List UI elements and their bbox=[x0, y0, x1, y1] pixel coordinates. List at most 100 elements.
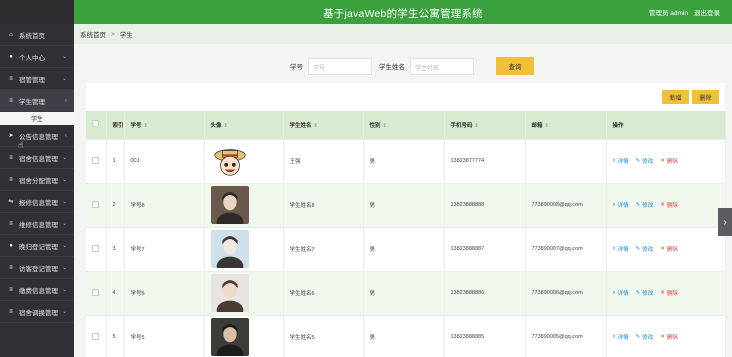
sidebar-item-6[interactable]: ≡ 宿舍分配管理 ⌄ bbox=[0, 169, 74, 191]
sort-icon[interactable]: ⇕ bbox=[144, 123, 148, 129]
checkbox-icon[interactable] bbox=[92, 288, 99, 296]
row-select[interactable] bbox=[86, 270, 107, 315]
chevron-icon: ⌄ bbox=[61, 243, 67, 249]
cell-name: 王强 bbox=[283, 138, 364, 183]
sidebar-item-4[interactable]: ➤ 公告信息管理 ‹ bbox=[0, 125, 74, 147]
table-row: 4 学号6 学生姓名6 男 13823888886 773890006@qq.com ⌕ 详情… bbox=[86, 270, 726, 315]
cell-gender: 男 bbox=[363, 270, 445, 315]
search-icon: ⌕ bbox=[612, 333, 616, 340]
header-email[interactable]: 邮箱 ⇕ bbox=[525, 111, 607, 139]
cell-index: 1 bbox=[106, 138, 125, 183]
mouse-cursor-icon: ☝ bbox=[18, 140, 24, 150]
header-name[interactable]: 学生姓名 ⇕ bbox=[283, 111, 364, 139]
chevron-icon: ⌄ bbox=[61, 199, 67, 205]
sidebar-item-2[interactable]: ≡ 宿管管理 ⌄ bbox=[0, 68, 74, 90]
row-select[interactable] bbox=[86, 138, 107, 183]
view-details-button[interactable]: ⌕ 详情 bbox=[612, 157, 629, 166]
delete-row-button[interactable]: ✕ 删除 bbox=[660, 245, 678, 253]
header-phone[interactable]: 手机号码 ⇕ bbox=[444, 111, 526, 139]
sidebar-item-11[interactable]: ≡ 缴费信息管理 ⌄ bbox=[0, 279, 74, 301]
row-select[interactable] bbox=[86, 314, 107, 357]
chevron-icon: ⌄ bbox=[61, 309, 67, 315]
edit-button[interactable]: ✎ 修改 bbox=[636, 289, 654, 297]
header-actions: 操作 bbox=[606, 111, 726, 139]
sort-icon[interactable]: ⇕ bbox=[314, 123, 318, 129]
cell-avatar bbox=[204, 182, 284, 227]
close-icon: ✕ bbox=[660, 290, 665, 296]
sidebar-item-3[interactable]: ≡ 学生管理 ‹ bbox=[0, 90, 74, 112]
list-icon: ≡ bbox=[9, 220, 13, 227]
current-user: 管理员 admin bbox=[648, 10, 688, 17]
avatar bbox=[210, 142, 283, 180]
query-button[interactable]: 查询 bbox=[496, 57, 534, 75]
header-student-id[interactable]: 学号 ⇕ bbox=[124, 111, 205, 139]
cell-actions: ⌕ 详情 ✎ 修改 ✕ 删除 bbox=[606, 270, 726, 315]
delete-row-button[interactable]: ✕ 删除 bbox=[660, 201, 678, 209]
chevron-icon: ⌄ bbox=[61, 265, 67, 271]
edit-button[interactable]: ✎ 修改 bbox=[636, 245, 654, 253]
table-row: 3 学号7 学生姓名7 男 13823888887 773890007@qq.com ⌕ 详情… bbox=[86, 226, 726, 271]
view-details-button[interactable]: ⌕ 详情 bbox=[613, 289, 629, 298]
row-select[interactable] bbox=[86, 226, 107, 271]
view-details-button[interactable]: ⌕ 详情 bbox=[612, 201, 629, 210]
list-icon: ≡ bbox=[9, 308, 13, 315]
cell-actions: ⌕ 详情 ✎ 修改 ✕ 删除 bbox=[606, 138, 726, 183]
sidebar-item-label: 系统首页 bbox=[19, 32, 45, 40]
sidebar-item-10[interactable]: ≡ 访客登记管理 ⌄ bbox=[0, 257, 74, 279]
student-id-label: 学号 bbox=[290, 64, 303, 71]
cell-phone: 13823888886 bbox=[444, 270, 526, 315]
sidebar-item-8[interactable]: ≡ 维修信息管理 ⌄ bbox=[0, 213, 74, 235]
list-icon: ≡ bbox=[9, 286, 13, 293]
pencil-icon: ✎ bbox=[635, 202, 641, 208]
sidebar-item-5[interactable]: ≡ 宿舍信息管理 ⌄ bbox=[0, 147, 74, 169]
sort-icon[interactable]: ⇕ bbox=[545, 123, 549, 129]
chevron-icon: ⌄ bbox=[61, 177, 67, 183]
student-name-label: 学生姓名 bbox=[379, 64, 405, 71]
sidebar-item-9[interactable]: ● 晚归登记管理 ⌄ bbox=[0, 235, 74, 257]
add-button[interactable]: 新增 bbox=[662, 90, 689, 104]
user-icon: ● bbox=[9, 242, 13, 249]
checkbox-icon[interactable] bbox=[92, 332, 99, 340]
cell-student-id: 学号6 bbox=[124, 270, 205, 315]
sort-icon[interactable]: ⇕ bbox=[383, 123, 387, 129]
delete-button[interactable]: 删除 bbox=[692, 90, 719, 104]
checkbox-icon[interactable] bbox=[92, 156, 99, 164]
header-select-all[interactable] bbox=[86, 111, 107, 139]
sidebar-item-7[interactable]: ⇋ 报修信息管理 ⌄ bbox=[0, 191, 74, 213]
cell-avatar bbox=[204, 138, 284, 183]
view-details-button[interactable]: ⌕ 详情 bbox=[613, 245, 629, 254]
breadcrumb-home[interactable]: 系统首页 bbox=[80, 29, 106, 39]
student-id-input[interactable]: 学号 bbox=[308, 57, 372, 75]
edit-button[interactable]: ✎ 修改 bbox=[636, 333, 654, 341]
cell-email: 773890007@qq.com bbox=[525, 226, 607, 271]
sidebar-item-12[interactable]: ≡ 宿舍调换管理 ⌄ bbox=[0, 301, 74, 323]
checkbox-icon[interactable] bbox=[92, 200, 99, 208]
sidebar-subitem-students[interactable]: 学生 bbox=[0, 112, 74, 125]
header-avatar[interactable]: 头像 ⇕ bbox=[204, 111, 284, 139]
avatar bbox=[210, 274, 283, 312]
delete-row-button[interactable]: ✕ 删除 bbox=[660, 289, 678, 297]
checkbox-icon[interactable] bbox=[92, 120, 99, 128]
logout-link[interactable]: 退出登录 bbox=[694, 7, 720, 17]
delete-row-button[interactable]: ✕ 删除 bbox=[660, 333, 678, 341]
edit-button[interactable]: ✎ 修改 bbox=[636, 157, 654, 165]
row-select[interactable] bbox=[86, 182, 107, 227]
sidebar: ⌂ 系统首页 ● 个人中心 ⌄ ≡ 宿管管理 ⌄ ≡ 学生管理 ‹ 学生 ➤ 公告信息管理 ‹ ≡ 宿舍信息管理… bbox=[0, 0, 74, 357]
sidebar-item-label: 宿舍信息管理 bbox=[19, 155, 58, 163]
cell-email bbox=[525, 138, 607, 183]
checkbox-icon[interactable] bbox=[92, 244, 99, 252]
chevron-right-icon[interactable]: › bbox=[718, 208, 732, 236]
table-card: 新增 删除 索引 学号 ⇕ 头像 ⇕ 学生姓名 ⇕ 性别 ⇕ 手机号码 ⇕ 邮箱 ⇕ 操作 bbox=[86, 83, 726, 357]
sort-icon[interactable]: ⇕ bbox=[475, 123, 479, 129]
search-icon: ⌕ bbox=[612, 157, 616, 164]
sidebar-item-0[interactable]: ⌂ 系统首页 bbox=[0, 24, 74, 46]
search-icon: ⌕ bbox=[612, 201, 616, 208]
sidebar-item-1[interactable]: ● 个人中心 ⌄ bbox=[0, 46, 74, 68]
edit-button[interactable]: ✎ 修改 bbox=[636, 201, 654, 209]
avatar bbox=[210, 186, 283, 224]
student-name-input[interactable]: 学生姓名 bbox=[410, 57, 474, 75]
sort-icon[interactable]: ⇕ bbox=[224, 123, 228, 129]
view-details-button[interactable]: ⌕ 详情 bbox=[612, 333, 629, 342]
header-gender[interactable]: 性别 ⇕ bbox=[363, 111, 445, 139]
delete-row-button[interactable]: ✕ 删除 bbox=[660, 157, 678, 165]
